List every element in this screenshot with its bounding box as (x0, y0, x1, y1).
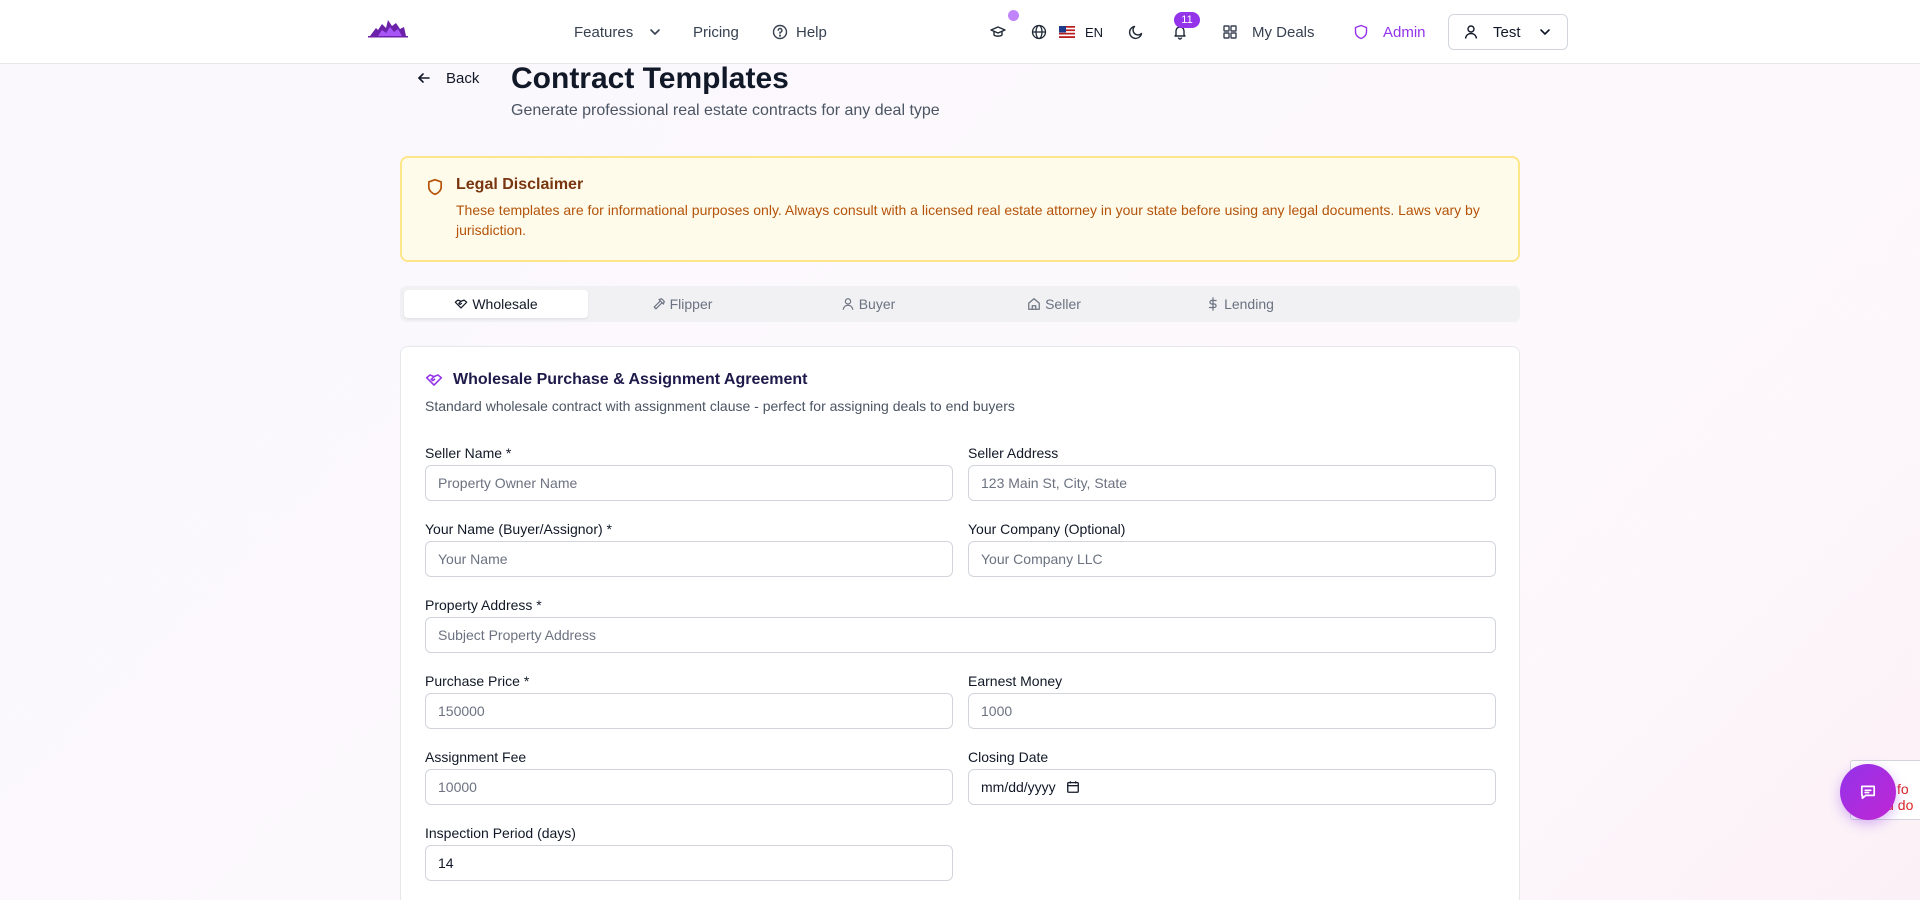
form-description: Standard wholesale contract with assignm… (425, 398, 1015, 414)
graduation-cap-icon (990, 26, 1006, 37)
us-flag-icon (1059, 26, 1075, 38)
assignment-fee-input[interactable] (425, 769, 953, 805)
your-name-label: Your Name (Buyer/Assignor) * (425, 521, 613, 537)
admin-label: Admin (1383, 23, 1426, 41)
user-name: Test (1493, 23, 1521, 41)
closing-date-label: Closing Date (968, 749, 1049, 765)
disclaimer-title: Legal Disclaimer (456, 176, 584, 193)
nav-features[interactable]: Features (574, 0, 663, 64)
shield-icon (1354, 24, 1368, 40)
your-name-input[interactable] (425, 541, 953, 577)
tab-flipper-label: Flipper (669, 296, 713, 312)
disclaimer-text: These templates are for informational pu… (456, 202, 1480, 238)
notification-count-badge: 11 (1174, 12, 1200, 28)
contract-form-card: Wholesale Purchase & Assignment Agreemen… (400, 346, 1520, 900)
chevron-down-icon (650, 29, 661, 35)
shield-icon (427, 178, 443, 196)
user-icon (1464, 25, 1478, 39)
assignment-fee-label: Assignment Fee (425, 749, 527, 765)
admin-link[interactable]: Admin (1353, 0, 1426, 64)
tab-wholesale-label: Wholesale (472, 296, 538, 312)
page-title: Contract Templates (511, 62, 789, 95)
purchase-price-label: Purchase Price * (425, 673, 530, 689)
your-company-label: Your Company (Optional) (968, 521, 1126, 537)
moon-icon (1128, 25, 1143, 40)
earnest-money-input[interactable] (968, 693, 1496, 729)
contract-type-tabs: Wholesale Flipper Buyer Seller Lending (400, 286, 1520, 322)
nav-help[interactable]: Help (772, 0, 827, 64)
property-address-input[interactable] (425, 617, 1496, 653)
tab-wholesale[interactable]: Wholesale (404, 290, 588, 318)
back-label: Back (446, 69, 480, 87)
back-button[interactable]: Back (416, 68, 479, 88)
inspection-period-input[interactable] (425, 845, 953, 881)
seller-address-label: Seller Address (968, 445, 1059, 461)
handshake-icon (455, 299, 468, 309)
language-code: EN (1085, 24, 1104, 40)
logo-icon (368, 20, 408, 38)
seller-name-input[interactable] (425, 465, 953, 501)
closing-date-input[interactable]: mm/dd/yyyy (968, 769, 1496, 805)
inspection-period-label: Inspection Period (days) (425, 825, 576, 841)
seller-name-label: Seller Name * (425, 445, 512, 461)
handshake-icon (425, 374, 443, 386)
nav-help-label: Help (796, 23, 827, 41)
hammer-icon (653, 298, 665, 310)
my-deals-label: My Deals (1252, 23, 1315, 41)
tab-lending[interactable]: Lending (1148, 290, 1332, 318)
your-company-input[interactable] (968, 541, 1496, 577)
legal-disclaimer-alert: Legal Disclaimer These templates are for… (400, 156, 1520, 262)
tab-seller[interactable]: Seller (962, 290, 1146, 318)
calendar-icon[interactable] (1066, 780, 1080, 794)
learning-indicator-dot (1008, 10, 1019, 21)
purchase-price-input[interactable] (425, 693, 953, 729)
learning-button[interactable] (988, 22, 1008, 42)
chat-icon (1860, 785, 1876, 800)
nav-features-label: Features (574, 23, 634, 41)
language-globe-button[interactable] (1029, 22, 1049, 42)
user-menu-button[interactable]: Test (1448, 14, 1568, 50)
nav-pricing-label: Pricing (693, 23, 739, 41)
my-deals-link[interactable]: My Deals (1222, 0, 1315, 64)
chat-button[interactable] (1840, 764, 1896, 820)
globe-icon (1031, 24, 1047, 40)
language-selector[interactable]: EN (1059, 0, 1103, 64)
arrow-left-icon (418, 73, 430, 83)
earnest-money-label: Earnest Money (968, 673, 1063, 689)
help-circle-icon (772, 24, 788, 40)
theme-toggle-button[interactable] (1126, 22, 1146, 42)
page-subtitle: Generate professional real estate contra… (511, 102, 940, 119)
nav-pricing[interactable]: Pricing (693, 0, 739, 64)
tab-buyer[interactable]: Buyer (776, 290, 960, 318)
top-navbar: Features Pricing Help EN 11 My Deals Adm… (0, 0, 1920, 64)
logo[interactable] (364, 14, 412, 46)
seller-address-input[interactable] (968, 465, 1496, 501)
dollar-icon (1208, 297, 1217, 311)
property-address-label: Property Address * (425, 597, 542, 613)
tab-flipper[interactable]: Flipper (590, 290, 774, 318)
closing-date-placeholder: mm/dd/yyyy (981, 779, 1056, 795)
chevron-down-icon (1540, 29, 1550, 35)
tab-seller-label: Seller (1045, 296, 1081, 312)
form-title-text: Wholesale Purchase & Assignment Agreemen… (453, 371, 808, 388)
tab-lending-label: Lending (1224, 296, 1274, 312)
grid-icon (1223, 25, 1237, 39)
home-icon (1028, 298, 1040, 310)
tab-buyer-label: Buyer (858, 296, 896, 312)
form-title: Wholesale Purchase & Assignment Agreemen… (425, 371, 807, 389)
user-icon (842, 298, 854, 310)
